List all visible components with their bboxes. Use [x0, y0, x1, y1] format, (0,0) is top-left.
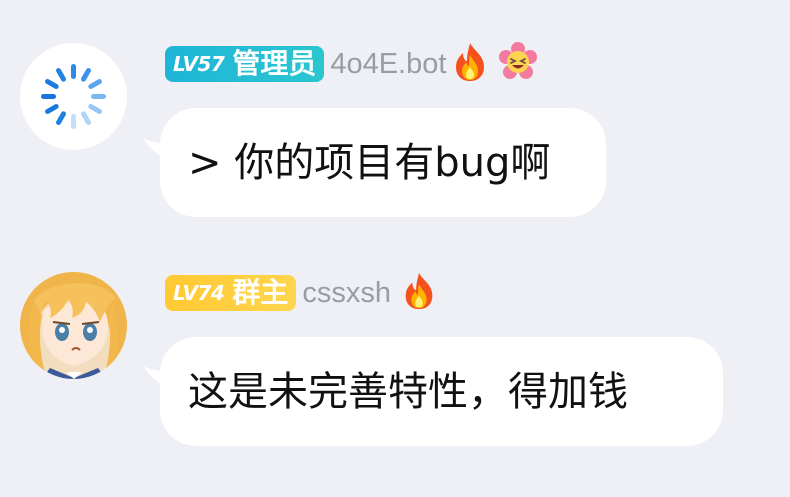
level-label: LV74 [173, 281, 225, 305]
message-bubble[interactable]: > 你的项目有bug啊 [160, 108, 606, 217]
message-bubble[interactable]: 这是未完善特性，得加钱 [160, 337, 723, 446]
message-text: > 你的项目有bug啊 [188, 139, 551, 186]
message-text: 这是未完善特性，得加钱 [188, 368, 628, 415]
member-badge: LV74 群主 [165, 275, 297, 311]
level-label: LV57 [173, 52, 225, 76]
anime-girl-avatar [20, 272, 127, 379]
loading-spinner-icon [41, 64, 106, 129]
member-badge: LV57 管理员 [165, 46, 325, 82]
message-header: LV74 群主 cssxsh [165, 271, 439, 315]
nickname[interactable]: 4o4E.bot [330, 49, 446, 79]
message-header: LV57 管理员 4o4E.bot [165, 41, 538, 87]
chat-screen: { "messages": [ { "level": "LV57", "role… [0, 0, 790, 497]
role-label: 管理员 [232, 47, 317, 80]
nickname[interactable]: cssxsh [302, 278, 391, 308]
fire-icon [399, 271, 439, 315]
avatar[interactable] [20, 43, 127, 150]
avatar[interactable] [20, 272, 127, 379]
flower-laughing-icon [498, 42, 538, 86]
role-label: 群主 [232, 276, 289, 309]
fire-icon [450, 41, 490, 87]
